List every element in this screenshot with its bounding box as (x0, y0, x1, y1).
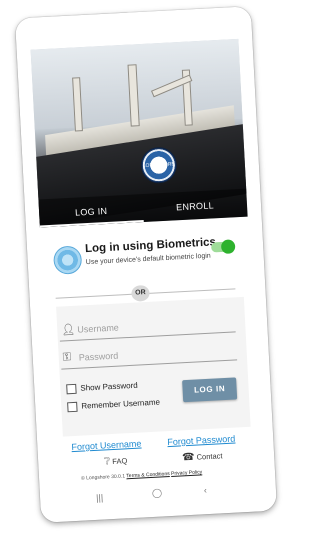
tab-login[interactable]: LOG IN (38, 194, 144, 228)
login-button[interactable]: LOG IN (182, 377, 238, 403)
tab-enroll[interactable]: ENROLL (142, 189, 247, 222)
hero-image: LONGSHORE LOG IN ENROLL (30, 38, 248, 228)
app-screen: LONGSHORE LOG IN ENROLL Log in using Bio… (30, 38, 263, 512)
system-nav-bar: ||| ◯ ‹ (54, 482, 263, 509)
terms-link[interactable]: Terms & Conditions (126, 471, 170, 479)
or-badge: OR (131, 284, 150, 302)
faq-icon: ❔︎ (103, 456, 111, 468)
faq-button[interactable]: ❔︎FAQ (104, 455, 128, 467)
checkbox-box[interactable] (67, 401, 78, 413)
logo-text: LONGSHORE (142, 161, 175, 170)
forgot-username-link[interactable]: Forgot Username (71, 438, 141, 452)
faq-label: FAQ (112, 456, 128, 467)
biometrics-row[interactable]: Log in using Biometrics Use your device'… (52, 235, 245, 285)
back-icon[interactable]: ‹ (204, 485, 208, 495)
privacy-link[interactable]: Privacy Policy (171, 469, 202, 477)
phone-frame: LONGSHORE LOG IN ENROLL Log in using Bio… (14, 6, 278, 523)
recent-apps-icon[interactable]: ||| (96, 493, 104, 503)
version-text: © Longshore 30.0.1 (80, 473, 126, 482)
biometrics-toggle[interactable] (210, 239, 236, 255)
forgot-password-link[interactable]: Forgot Password (167, 434, 235, 448)
user-icon: 👤︎ (61, 323, 76, 337)
fingerprint-icon (52, 245, 83, 275)
key-icon: ⚿ (62, 351, 72, 364)
toggle-knob (220, 239, 236, 255)
show-password-label: Show Password (80, 380, 138, 393)
contact-button[interactable]: ☎︎Contact (182, 450, 223, 463)
contact-label: Contact (196, 451, 223, 462)
checkbox-box[interactable] (66, 383, 77, 395)
footer: © Longshore 30.0.1 Terms & Conditions Pr… (81, 469, 202, 481)
phone-icon: ☎︎ (181, 451, 195, 464)
home-icon[interactable]: ◯ (152, 487, 163, 499)
